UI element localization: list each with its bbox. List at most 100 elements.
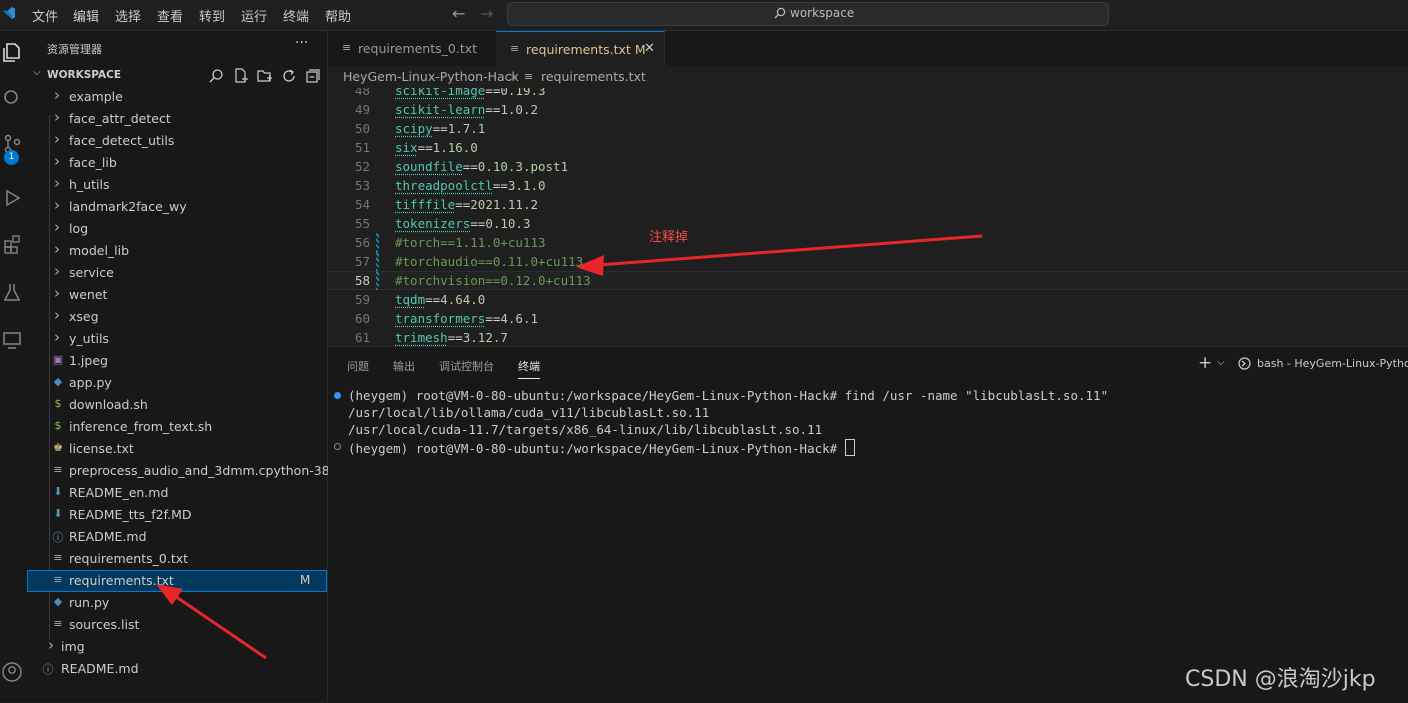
testing-flask-icon[interactable] xyxy=(2,281,24,303)
code-text: scikit-learn==1.0.2 xyxy=(395,102,539,117)
tree-file[interactable]: ▣ 1.jpeg xyxy=(27,350,327,372)
code-text: transformers==4.6.1 xyxy=(395,311,539,326)
more-actions-icon[interactable]: ··· xyxy=(295,35,308,51)
menu-terminal[interactable]: 终端 xyxy=(283,6,309,25)
tree-file[interactable]: ⬇ README_tts_f2f.MD xyxy=(27,504,327,526)
tree-folder[interactable]: › wenet xyxy=(27,284,327,306)
tree-item-label: requirements_0.txt xyxy=(69,551,189,566)
code-line[interactable]: 51 six==1.16.0 xyxy=(328,138,1408,157)
terminal-prompt-line[interactable]: (heygem) root@VM-0-80-ubuntu:/workspace/… xyxy=(348,439,855,456)
tree-file[interactable]: ◆ run.py xyxy=(27,592,327,614)
chevron-right-icon: › xyxy=(54,218,60,236)
tree-folder[interactable]: › service xyxy=(27,262,327,284)
tree-file[interactable]: $ download.sh xyxy=(27,394,327,416)
menu-file[interactable]: 文件 xyxy=(32,6,58,25)
menu-view[interactable]: 查看 xyxy=(157,6,183,25)
code-line[interactable]: 59 tqdm==4.64.0 xyxy=(328,290,1408,309)
tree-item-label: img xyxy=(61,639,85,654)
code-editor[interactable]: 48 scikit-image==0.19.3 49 scikit-learn==1.… xyxy=(328,88,1408,346)
new-folder-icon[interactable] xyxy=(257,68,273,84)
panel-tab-debug-console[interactable]: 调试控制台 xyxy=(439,358,494,374)
tree-folder[interactable]: › xseg xyxy=(27,306,327,328)
breadcrumb-file[interactable]: requirements.txt xyxy=(541,69,646,84)
tree-folder[interactable]: › y_utils xyxy=(27,328,327,350)
code-line[interactable]: 49 scikit-learn==1.0.2 xyxy=(328,100,1408,119)
tree-folder[interactable]: › face_lib xyxy=(27,152,327,174)
add-terminal-icon[interactable]: + xyxy=(1198,353,1212,373)
remote-explorer-icon[interactable] xyxy=(2,329,24,351)
forward-arrow-icon[interactable]: → xyxy=(480,4,493,23)
chevron-right-icon: › xyxy=(54,130,60,148)
tree-file[interactable]: ≡ requirements.txt M xyxy=(27,570,327,592)
tree-file[interactable]: ◆ app.py xyxy=(27,372,327,394)
panel-tab-terminal[interactable]: 终端 xyxy=(518,358,540,379)
tree-file[interactable]: ⬇ README_en.md xyxy=(27,482,327,504)
code-text: scikit-image==0.19.3 xyxy=(395,88,546,98)
menu-run[interactable]: 运行 xyxy=(241,6,267,25)
gutter-modified-marker xyxy=(376,271,379,290)
code-text: soundfile==0.10.3.post1 xyxy=(395,159,569,174)
menu-help[interactable]: 帮助 xyxy=(325,6,351,25)
code-text: trimesh==3.12.7 xyxy=(395,330,508,345)
code-line[interactable]: 56 #torch==1.11.0+cu113 xyxy=(328,233,1408,252)
refresh-icon[interactable] xyxy=(281,68,297,84)
tree-folder[interactable]: › img xyxy=(27,636,327,658)
tree-file[interactable]: ⓘ README.md xyxy=(27,658,327,680)
menu-selection[interactable]: 选择 xyxy=(115,6,141,25)
menu-edit[interactable]: 编辑 xyxy=(73,6,99,25)
tree-file[interactable]: $ inference_from_text.sh xyxy=(27,416,327,438)
tree-file[interactable]: ♚ license.txt xyxy=(27,438,327,460)
menu-go[interactable]: 转到 xyxy=(199,6,225,25)
tree-item-label: download.sh xyxy=(69,397,148,412)
editor-tabs: ≡ requirements_0.txt ≡ requirements.txt … xyxy=(328,31,1408,67)
panel-tab-problems[interactable]: 问题 xyxy=(347,358,369,374)
close-icon[interactable]: ✕ xyxy=(644,41,655,56)
python-file-icon: ◆ xyxy=(53,375,63,388)
tree-folder[interactable]: › face_attr_detect xyxy=(27,108,327,130)
tree-folder[interactable]: › landmark2face_wy xyxy=(27,196,327,218)
chevron-down-icon[interactable]: ⌵ xyxy=(1217,357,1225,368)
code-text: scipy==1.7.1 xyxy=(395,121,486,136)
code-line[interactable]: 52 soundfile==0.10.3.post1 xyxy=(328,157,1408,176)
tab-requirements-0[interactable]: ≡ requirements_0.txt xyxy=(328,31,497,66)
tree-folder[interactable]: › example xyxy=(27,86,327,108)
search-icon[interactable] xyxy=(208,68,224,84)
line-number: 51 xyxy=(354,140,370,155)
code-line[interactable]: 58 #torchvision==0.12.0+cu113 xyxy=(328,271,1408,290)
explorer-icon[interactable] xyxy=(2,41,24,63)
tree-file[interactable]: ≡ sources.list xyxy=(27,614,327,636)
new-file-icon[interactable] xyxy=(233,68,249,84)
tree-folder[interactable]: › h_utils xyxy=(27,174,327,196)
tree-folder[interactable]: › face_detect_utils xyxy=(27,130,327,152)
terminal-shell-icon xyxy=(1238,357,1251,374)
terminal-shell-label[interactable]: bash - HeyGem-Linux-Python- xyxy=(1257,357,1408,370)
workspace-header[interactable]: ⌵ WORKSPACE xyxy=(27,66,327,86)
tree-folder[interactable]: › model_lib xyxy=(27,240,327,262)
gutter-modified-marker xyxy=(376,233,379,252)
code-line[interactable]: 57 #torchaudio==0.11.0+cu113 xyxy=(328,252,1408,271)
account-icon[interactable] xyxy=(2,661,24,683)
tree-file[interactable]: ≡ preprocess_audio_and_3dmm.cpython-38-..… xyxy=(27,460,346,482)
code-line[interactable]: 48 scikit-image==0.19.3 xyxy=(328,88,1408,100)
collapse-all-icon[interactable] xyxy=(305,68,321,84)
breadcrumb-folder[interactable]: HeyGem-Linux-Python-Hack xyxy=(343,69,519,84)
code-line[interactable]: 55 tokenizers==0.10.3 xyxy=(328,214,1408,233)
code-line[interactable]: 53 threadpoolctl==3.1.0 xyxy=(328,176,1408,195)
tree-file[interactable]: ⓘ README.md xyxy=(27,526,327,548)
tree-folder[interactable]: › log xyxy=(27,218,327,240)
back-arrow-icon[interactable]: ← xyxy=(452,4,465,23)
command-center-search[interactable]: workspace xyxy=(507,2,1109,26)
tree-item-label: sources.list xyxy=(69,617,140,632)
search-view-icon[interactable] xyxy=(2,87,24,109)
code-line[interactable]: 61 trimesh==3.12.7 xyxy=(328,328,1408,346)
run-debug-icon[interactable] xyxy=(2,187,24,209)
code-line[interactable]: 50 scipy==1.7.1 xyxy=(328,119,1408,138)
extensions-icon[interactable] xyxy=(2,233,24,255)
code-line[interactable]: 54 tifffile==2021.11.2 xyxy=(328,195,1408,214)
panel-tab-output[interactable]: 输出 xyxy=(393,358,415,374)
tab-requirements[interactable]: ≡ requirements.txt M ✕ xyxy=(496,31,665,67)
code-line[interactable]: 60 transformers==4.6.1 xyxy=(328,309,1408,328)
tree-item-label: log xyxy=(69,221,89,236)
tree-item-label: xseg xyxy=(69,309,99,324)
tree-file[interactable]: ≡ requirements_0.txt xyxy=(27,548,327,570)
